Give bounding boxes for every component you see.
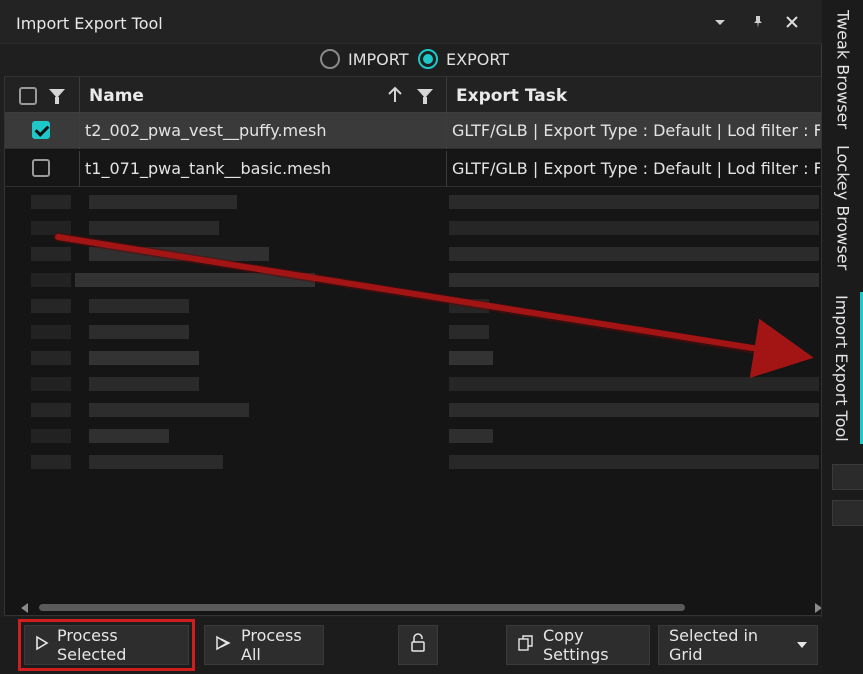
redacted-block	[31, 351, 71, 365]
redacted-block	[449, 429, 493, 443]
column-header-export-task[interactable]: Export Task	[456, 86, 567, 106]
action-footer: Process Selected Process All Copy Settin…	[0, 617, 822, 674]
scrollbar-thumb[interactable]	[39, 604, 685, 611]
scope-select-value: Selected in Grid	[669, 626, 759, 664]
copy-icon	[517, 634, 535, 656]
redacted-block	[89, 299, 189, 313]
redacted-block	[89, 325, 189, 339]
redacted-block	[31, 299, 71, 313]
redacted-block	[449, 247, 819, 261]
import-radio-label: IMPORT	[348, 49, 409, 69]
row-name: t1_071_pwa_tank__basic.mesh	[85, 159, 332, 178]
row-export-task: GLTF/GLB | Export Type : Default | Lod f…	[452, 159, 820, 178]
scroll-left-icon[interactable]	[21, 603, 28, 613]
redacted-block	[449, 221, 819, 235]
redacted-block	[89, 221, 219, 235]
chevron-down-icon	[797, 642, 807, 648]
dropdown-icon[interactable]	[712, 14, 728, 30]
side-control-button[interactable]	[832, 500, 863, 526]
select-all-checkbox[interactable]	[19, 87, 37, 105]
side-controls	[832, 458, 863, 528]
filter-icon[interactable]	[49, 89, 65, 104]
row-export-task: GLTF/GLB | Export Type : Default | Lod f…	[452, 121, 820, 140]
redacted-block	[89, 351, 199, 365]
table-row[interactable]: t1_071_pwa_tank__basic.mesh GLTF/GLB | E…	[5, 151, 821, 187]
tab-lockey-browser[interactable]: Lockey Browser	[823, 145, 863, 270]
tab-label: Tweak Browser	[833, 10, 853, 130]
redacted-block	[449, 377, 819, 391]
redacted-block	[449, 403, 819, 417]
redacted-block	[75, 273, 315, 287]
redacted-block	[31, 455, 71, 469]
scroll-right-icon[interactable]	[815, 603, 821, 613]
scope-select[interactable]: Selected in Grid	[658, 625, 818, 665]
tab-label: Import Export Tool	[832, 294, 851, 442]
export-radio[interactable]: EXPORT	[418, 49, 509, 69]
mode-radio-group: IMPORT EXPORT	[0, 46, 822, 74]
column-divider	[446, 77, 447, 113]
redacted-block	[449, 299, 489, 313]
redacted-block	[31, 273, 71, 287]
redacted-block	[31, 403, 71, 417]
column-divider	[79, 151, 80, 187]
redacted-block	[31, 429, 71, 443]
lock-icon	[410, 633, 426, 657]
redacted-block	[449, 273, 819, 287]
redacted-block	[89, 195, 237, 209]
redacted-block	[89, 455, 223, 469]
redacted-block	[89, 377, 199, 391]
redacted-block	[449, 195, 819, 209]
redacted-block	[89, 247, 269, 261]
import-export-panel: Import Export Tool IMPORT EXPORT Name Ex…	[0, 0, 828, 674]
table-row[interactable]: t2_002_pwa_vest__puffy.mesh GLTF/GLB | E…	[5, 113, 821, 149]
lock-button[interactable]	[398, 625, 438, 665]
redacted-block	[31, 221, 71, 235]
export-radio-label: EXPORT	[446, 49, 510, 69]
row-checkbox[interactable]	[32, 121, 50, 139]
redacted-block	[31, 377, 71, 391]
export-grid: Name Export Task t2_002_pwa_vest__puffy.…	[4, 76, 822, 616]
process-all-label: Process All	[241, 626, 302, 664]
close-icon[interactable]	[784, 14, 800, 30]
column-divider	[79, 113, 80, 149]
process-selected-button[interactable]: Process Selected	[18, 619, 195, 671]
play-icon	[35, 635, 49, 655]
panel-titlebar: Import Export Tool	[0, 0, 822, 44]
column-header-name[interactable]: Name	[89, 86, 144, 106]
side-control-button[interactable]	[832, 464, 863, 490]
row-name: t2_002_pwa_vest__puffy.mesh	[85, 121, 327, 140]
import-radio[interactable]: IMPORT	[320, 49, 409, 69]
panel-title: Import Export Tool	[16, 14, 163, 33]
column-divider	[446, 151, 447, 187]
redacted-block	[89, 429, 169, 443]
redacted-block	[31, 247, 71, 261]
obscured-rows	[5, 189, 821, 507]
process-selected-label: Process Selected	[57, 626, 127, 664]
redacted-block	[89, 403, 249, 417]
redacted-block	[449, 455, 819, 469]
pin-icon[interactable]	[750, 14, 766, 30]
tab-tweak-browser[interactable]: Tweak Browser	[823, 10, 863, 129]
sort-ascending-icon[interactable]	[387, 86, 403, 108]
column-divider	[446, 113, 447, 149]
radio-circle-icon	[320, 49, 340, 69]
play-double-icon	[215, 635, 233, 655]
copy-settings-label: Copy Settings	[543, 626, 609, 664]
redacted-block	[31, 195, 71, 209]
tab-import-export-tool[interactable]: Import Export Tool	[823, 292, 863, 444]
redacted-block	[31, 325, 71, 339]
name-filter-icon[interactable]	[417, 89, 433, 104]
copy-settings-button[interactable]: Copy Settings	[506, 625, 650, 665]
radio-selected-icon	[418, 49, 438, 69]
side-tab-strip: Tweak Browser Lockey Browser Import Expo…	[823, 0, 863, 674]
row-checkbox[interactable]	[32, 159, 50, 177]
horizontal-scrollbar[interactable]	[19, 599, 821, 615]
process-all-button[interactable]: Process All	[204, 625, 324, 665]
grid-header: Name Export Task	[5, 77, 821, 113]
tab-label: Lockey Browser	[833, 145, 853, 271]
redacted-block	[449, 351, 493, 365]
column-divider	[79, 77, 80, 113]
redacted-block	[449, 325, 489, 339]
